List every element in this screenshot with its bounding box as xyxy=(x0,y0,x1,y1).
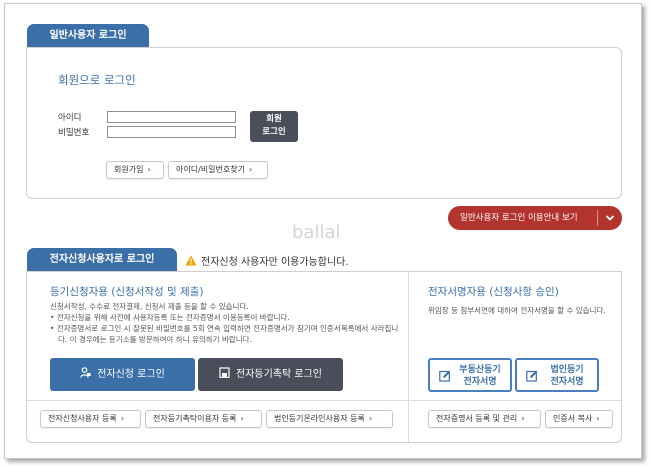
e-trust-login-label: 전자등기촉탁 로그인 xyxy=(236,369,322,380)
corp-online-register-label: 법인등기온라인사용자 등록 xyxy=(274,414,365,423)
general-login-guide-button[interactable]: 일반사용자 로그인 이용안내 보기 xyxy=(448,206,622,230)
chevron-right-icon: › xyxy=(240,414,244,423)
applicant-register-label: 전자신청사용자 등록 xyxy=(48,414,117,423)
tab-general-login[interactable]: 일반사용자 로그인 xyxy=(27,24,149,48)
register-section-title: 등기신청자용 (신청서작성 및 제출) xyxy=(50,286,204,298)
register-bullet-2: • 전자증명서로 로그인 시 잘못된 비밀번호를 5회 연속 입력하면 전자증명… xyxy=(50,324,399,344)
corp-online-register-button[interactable]: 법인등기온라인사용자 등록 › xyxy=(266,410,393,428)
member-login-title: 회원으로 로그인 xyxy=(58,73,136,87)
chevron-down-icon xyxy=(605,206,615,240)
watermark: ballal xyxy=(292,222,341,243)
password-label: 비밀번호 xyxy=(58,128,90,138)
cert-copy-label: 인증서 복사 xyxy=(553,414,593,423)
corp-sign-label: 법인등기 전자서명 xyxy=(550,365,584,387)
real-estate-sign-button[interactable]: 부동산등기 전자서명 xyxy=(428,358,512,392)
notice-text: 전자신청 사용자만 이용가능합니다. xyxy=(201,257,349,268)
find-id-password-label: 아이디/비밀번호찾기 xyxy=(176,165,245,174)
password-input[interactable] xyxy=(107,126,236,138)
member-login-button[interactable]: 회원 로그인 xyxy=(250,111,298,142)
section-divider xyxy=(408,272,409,442)
chevron-right-icon: › xyxy=(147,165,151,174)
warning-icon xyxy=(185,255,197,266)
chevron-right-icon: › xyxy=(596,414,600,423)
guide-divider xyxy=(597,210,598,226)
chevron-right-icon: › xyxy=(521,414,525,423)
sign-section-desc: 위임장 등 첨부서면에 대하여 전자서명을 할 수 있습니다. xyxy=(428,306,606,315)
chevron-right-icon: › xyxy=(248,165,253,174)
sign-section-title: 전자서명자용 (신청사항 승인) xyxy=(428,286,559,298)
building-icon xyxy=(219,359,230,379)
user-lock-icon xyxy=(80,359,91,378)
applicant-register-button[interactable]: 전자신청사용자 등록 › xyxy=(40,410,141,428)
e-trust-login-button[interactable]: 전자등기촉탁 로그인 xyxy=(198,358,343,391)
edit-icon xyxy=(526,370,538,382)
member-login-line2: 로그인 xyxy=(262,127,286,137)
e-apply-login-label: 전자신청 로그인 xyxy=(97,369,165,380)
trust-user-register-button[interactable]: 전자등기촉탁이용자 등록 › xyxy=(145,410,262,428)
chevron-right-icon: › xyxy=(120,414,125,423)
guide-label: 일반사용자 로그인 이용안내 보기 xyxy=(460,213,578,223)
left-bottom-divider xyxy=(27,400,408,401)
tab-e-application-login[interactable]: 전자신청사용자로 로그인 xyxy=(27,248,177,272)
signup-label: 회원가입 xyxy=(114,165,144,174)
right-bottom-divider xyxy=(409,400,621,401)
e-application-notice: 전자신청 사용자만 이용가능합니다. xyxy=(185,253,349,268)
corp-sign-button[interactable]: 법인등기 전자서명 xyxy=(515,358,599,392)
cert-copy-button[interactable]: 인증서 복사 › xyxy=(545,410,613,428)
e-apply-login-button[interactable]: 전자신청 로그인 xyxy=(50,358,195,391)
trust-user-register-label: 전자등기촉탁이용자 등록 xyxy=(153,414,237,423)
edit-icon xyxy=(439,370,451,382)
register-intro: 신청서작성, 수수료 전자결제, 신청서 제출 등을 할 수 있습니다. xyxy=(50,302,249,311)
id-input[interactable] xyxy=(107,111,236,123)
member-login-line1: 회원 xyxy=(266,114,282,124)
signup-button[interactable]: 회원가입 › xyxy=(106,161,164,179)
cert-manage-label: 전자증명서 등록 및 관리 xyxy=(436,414,518,423)
id-label: 아이디 xyxy=(58,113,82,123)
find-id-password-button[interactable]: 아이디/비밀번호찾기 › xyxy=(168,161,268,179)
register-bullet-1: • 전자신청을 위해 사전에 사용자등록 또는 전자증명서 이용등록이 바랍니다… xyxy=(50,313,290,322)
cert-manage-button[interactable]: 전자증명서 등록 및 관리 › xyxy=(428,410,541,428)
chevron-right-icon: › xyxy=(368,414,373,423)
real-estate-sign-label: 부동산등기 전자서명 xyxy=(459,365,501,387)
register-section-desc: 신청서작성, 수수료 전자결제, 신청서 제출 등을 할 수 있습니다. • 전… xyxy=(50,301,400,345)
